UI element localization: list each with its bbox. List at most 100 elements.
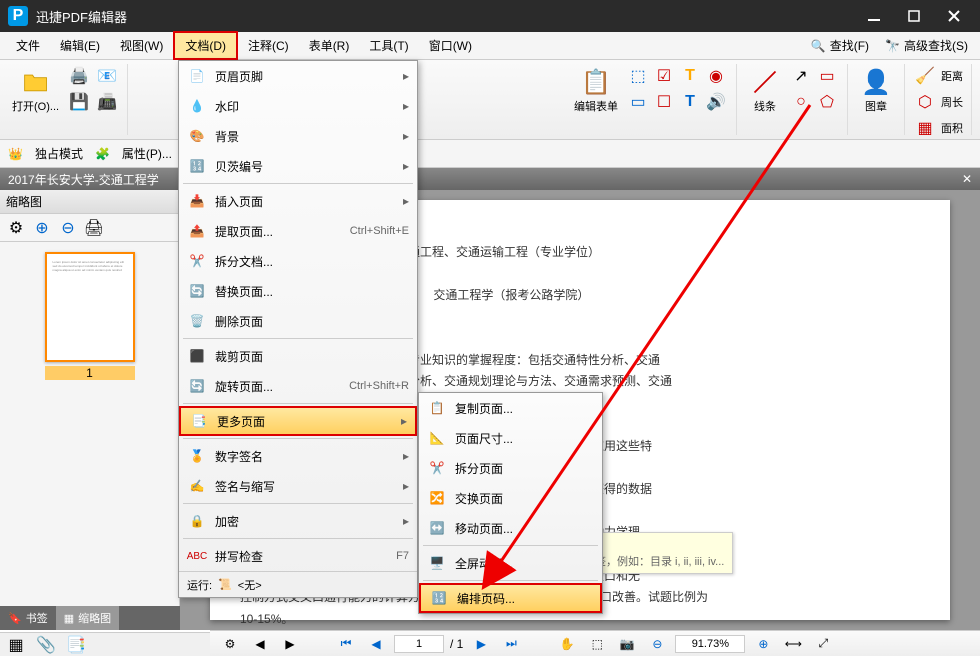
save-button[interactable]: 💾 bbox=[67, 90, 91, 114]
nav-back-icon[interactable]: ◀ bbox=[248, 632, 272, 656]
sub-number-pages[interactable]: 🔢编排页码... bbox=[419, 583, 602, 613]
signature-icon: 🏅 bbox=[187, 446, 207, 466]
swap-page-icon: 🔀 bbox=[427, 488, 447, 508]
more-pages-icon: 📑 bbox=[189, 411, 209, 431]
fit-width-icon[interactable]: ⟷ bbox=[781, 632, 805, 656]
dd-more-pages[interactable]: 📑更多页面▸ bbox=[179, 406, 417, 436]
rect-shape-icon[interactable]: ▭ bbox=[815, 64, 839, 88]
sound-icon[interactable]: 🔊 bbox=[704, 90, 728, 114]
radio-icon[interactable]: ◉ bbox=[704, 64, 728, 88]
area-label[interactable]: 面积 bbox=[941, 120, 963, 136]
open-button[interactable]: 打开(O)... bbox=[8, 64, 63, 116]
perimeter-label[interactable]: 周长 bbox=[941, 94, 963, 110]
dd-bates[interactable]: 🔢贝茨编号▸ bbox=[179, 151, 417, 181]
options-gear-icon[interactable]: ⚙ bbox=[218, 632, 242, 656]
properties-icon: 🧩 bbox=[95, 147, 110, 161]
menu-comment[interactable]: 注释(C) bbox=[238, 33, 299, 58]
zoom-out-icon[interactable]: ⊖ bbox=[56, 216, 80, 240]
textfield-icon[interactable]: ⬚ bbox=[626, 64, 650, 88]
maximize-button[interactable] bbox=[904, 6, 924, 26]
options-icon[interactable]: ⚙ bbox=[4, 216, 28, 240]
area-icon[interactable]: ▦ bbox=[913, 116, 937, 140]
stamp-button[interactable]: 👤 图章 bbox=[856, 64, 896, 116]
select-tool-icon[interactable]: ⬚ bbox=[585, 632, 609, 656]
print-thumbnail-icon[interactable]: 🖨 bbox=[82, 216, 106, 240]
menu-edit[interactable]: 编辑(E) bbox=[50, 33, 110, 58]
dd-spellcheck[interactable]: ABC拼写检查F7 bbox=[179, 541, 417, 571]
edit-form-button[interactable]: 📋 编辑表单 bbox=[570, 64, 622, 116]
dd-sign-abbrev[interactable]: ✍️签名与缩写▸ bbox=[179, 471, 417, 501]
sidebar-tab-thumbnail[interactable]: ▦缩略图 bbox=[56, 606, 119, 630]
sub-fullscreen-anim[interactable]: 🖥️全屏动画... bbox=[419, 548, 602, 578]
circle-shape-icon[interactable]: ○ bbox=[789, 90, 813, 114]
first-page-icon[interactable]: ⏮ bbox=[334, 632, 358, 656]
listbox-icon[interactable]: ☐ bbox=[652, 90, 676, 114]
text-T-icon[interactable]: T bbox=[678, 64, 702, 88]
close-button[interactable] bbox=[944, 6, 964, 26]
checkbox-icon[interactable]: ☑ bbox=[652, 64, 676, 88]
document-tab[interactable]: 2017年长安大学-交通工程学 ✕ bbox=[0, 168, 980, 190]
distance-label[interactable]: 距离 bbox=[941, 68, 963, 84]
dd-crop-page[interactable]: ⬛裁剪页面 bbox=[179, 341, 417, 371]
menu-document[interactable]: 文档(D) bbox=[173, 31, 238, 60]
dd-digital-sign[interactable]: 🏅数字签名▸ bbox=[179, 441, 417, 471]
dd-header-footer[interactable]: 📄页眉页脚▸ bbox=[179, 61, 417, 91]
menu-view[interactable]: 视图(W) bbox=[110, 33, 173, 58]
zoom-in-icon[interactable]: ⊕ bbox=[30, 216, 54, 240]
watermark-icon: 💧 bbox=[187, 96, 207, 116]
find-button[interactable]: 🔍 查找(F) bbox=[805, 35, 875, 56]
sub-split-page[interactable]: ✂️拆分页面 bbox=[419, 453, 602, 483]
dd-encrypt[interactable]: 🔒加密▸ bbox=[179, 506, 417, 536]
close-tab-icon[interactable]: ✕ bbox=[962, 172, 972, 186]
prev-page-icon[interactable]: ◀ bbox=[364, 632, 388, 656]
zoom-in-btn[interactable]: ⊕ bbox=[751, 632, 775, 656]
pages-icon[interactable]: ▦ bbox=[4, 633, 28, 657]
zoom-input[interactable] bbox=[675, 635, 745, 653]
dd-extract-page[interactable]: 📤提取页面...Ctrl+Shift+E bbox=[179, 216, 417, 246]
fit-page-icon[interactable]: ⤢ bbox=[811, 632, 835, 656]
nav-forward-icon[interactable]: ▶ bbox=[278, 632, 302, 656]
dd-background[interactable]: 🎨背景▸ bbox=[179, 121, 417, 151]
zoom-out-btn[interactable]: ⊖ bbox=[645, 632, 669, 656]
menu-form[interactable]: 表单(R) bbox=[299, 33, 360, 58]
attachment-icon[interactable]: 📎 bbox=[34, 633, 58, 657]
line-tool-button[interactable]: 线条 bbox=[745, 64, 785, 116]
thumbnail-page-1[interactable]: Lorem ipsum dolor sit amet consectetur a… bbox=[45, 252, 135, 380]
sub-swap-page[interactable]: 🔀交换页面 bbox=[419, 483, 602, 513]
eraser-icon[interactable]: 🧹 bbox=[913, 64, 937, 88]
sub-page-size[interactable]: 📐页面尺寸... bbox=[419, 423, 602, 453]
chevron-right-icon: ▸ bbox=[401, 414, 407, 428]
header-footer-icon: 📄 bbox=[187, 66, 207, 86]
menu-window[interactable]: 窗口(W) bbox=[419, 33, 482, 58]
polygon-shape-icon[interactable]: ⬠ bbox=[815, 90, 839, 114]
hand-tool-icon[interactable]: ✋ bbox=[555, 632, 579, 656]
menu-file[interactable]: 文件 bbox=[6, 33, 50, 58]
scan-button[interactable]: 📠 bbox=[95, 90, 119, 114]
last-page-icon[interactable]: ⏭ bbox=[499, 632, 523, 656]
text-T2-icon[interactable]: T bbox=[678, 90, 702, 114]
perimeter-icon[interactable]: ⬡ bbox=[913, 90, 937, 114]
properties-button[interactable]: 属性(P)... bbox=[122, 145, 172, 162]
exclusive-mode-button[interactable]: 独占模式 bbox=[35, 145, 83, 162]
minimize-button[interactable] bbox=[864, 6, 884, 26]
sub-move-page[interactable]: ↔️移动页面... bbox=[419, 513, 602, 543]
print-button[interactable]: 🖨️ bbox=[67, 64, 91, 88]
form-icon: 📋 bbox=[580, 66, 612, 98]
advanced-find-button[interactable]: 🔭 高级查找(S) bbox=[879, 35, 974, 56]
dropdown-icon[interactable]: ▭ bbox=[626, 90, 650, 114]
next-page-icon[interactable]: ▶ bbox=[469, 632, 493, 656]
dd-insert-page[interactable]: 📥插入页面▸ bbox=[179, 186, 417, 216]
dd-replace-page[interactable]: 🔄替换页面... bbox=[179, 276, 417, 306]
arrow-shape-icon[interactable]: ↗ bbox=[789, 64, 813, 88]
dd-split-doc[interactable]: ✂️拆分文档... bbox=[179, 246, 417, 276]
snapshot-icon[interactable]: 📷 bbox=[615, 632, 639, 656]
page-number-input[interactable] bbox=[394, 635, 444, 653]
layers-icon[interactable]: 📑 bbox=[64, 633, 88, 657]
menu-tools[interactable]: 工具(T) bbox=[359, 33, 418, 58]
dd-watermark[interactable]: 💧水印▸ bbox=[179, 91, 417, 121]
sub-copy-page[interactable]: 📋复制页面... bbox=[419, 393, 602, 423]
dd-rotate-page[interactable]: 🔄旋转页面...Ctrl+Shift+R bbox=[179, 371, 417, 401]
email-button[interactable]: 📧 bbox=[95, 64, 119, 88]
sidebar-tab-bookmark[interactable]: 🔖书签 bbox=[0, 606, 56, 630]
dd-delete-page[interactable]: 🗑️删除页面 bbox=[179, 306, 417, 336]
